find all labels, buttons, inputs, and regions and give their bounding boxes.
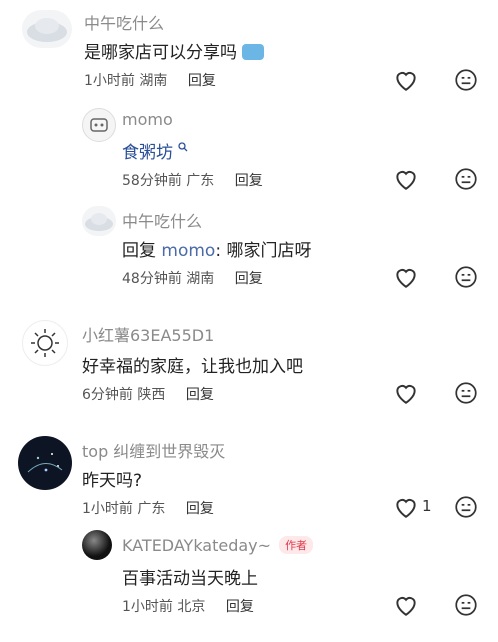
reply-location: 湖南 [186,271,215,287]
comment-time: 1小时前 [82,501,133,517]
reply-location: 广东 [186,173,215,189]
reply-author-name[interactable]: KATEDAYkateday~ [122,536,271,555]
reply-meta: 58分钟前 广东 回复 [122,170,263,190]
comment-text: 好幸福的家庭，让我也加入吧 [82,357,303,377]
reply-button[interactable]: 回复 [235,173,263,189]
like-heart-icon[interactable] [393,67,419,93]
comment-meta: 1小时前 湖南 回复 [84,70,216,90]
reply-button[interactable]: 回复 [186,501,214,517]
avatar[interactable] [82,108,116,142]
author-badge: 作者 [279,536,314,554]
reply-text-body: : 哪家门店呀 [215,241,312,261]
reply-button[interactable]: 回复 [188,73,216,89]
avatar[interactable] [82,206,116,236]
shop-link[interactable]: 食粥坊 [122,143,173,163]
comment-text: 是哪家店可以分享吗 [84,38,265,63]
comment-text-body: 是哪家店可以分享吗 [84,43,237,63]
reply-button[interactable]: 回复 [235,271,263,287]
bus-emoji-icon [242,44,265,60]
comment-author[interactable]: 小红薯63EA55D1 [82,322,214,346]
emoji-reaction-icon[interactable] [453,494,479,520]
reply-author[interactable]: momo [122,110,173,129]
like-count: 1 [422,497,432,515]
reply-button[interactable]: 回复 [186,387,214,403]
like-heart-icon[interactable] [393,592,419,618]
reply-text: 食粥坊 [122,138,188,163]
comment-time: 6分钟前 [82,387,133,403]
cloud-avatar-icon [27,18,67,42]
reply-author[interactable]: 中午吃什么 [122,208,202,232]
comment-location: 陕西 [137,387,166,403]
reply-meta: 48分钟前 湖南 回复 [122,268,263,288]
avatar[interactable] [82,530,112,560]
like-heart-icon[interactable] [393,380,419,406]
avatar[interactable] [22,10,72,48]
comment-meta: 1小时前 广东 回复 [82,498,214,518]
reply-text: 百事活动当天晚上 [122,569,258,589]
robot-avatar-icon [90,118,108,132]
reply-time: 1小时前 [122,599,173,615]
cloud-avatar-icon [85,213,113,231]
sun-avatar-icon [31,329,59,357]
like-heart-icon[interactable] [393,264,419,290]
emoji-reaction-icon[interactable] [453,264,479,290]
comment-text: 昨天吗? [82,471,143,491]
avatar[interactable] [18,436,72,490]
like-heart-icon[interactable] [393,166,419,192]
reply-time: 48分钟前 [122,271,182,287]
comment-author[interactable]: top 纠缠到世界毁灭 [82,438,225,462]
emoji-reaction-icon[interactable] [453,592,479,618]
comment-location: 湖南 [139,73,168,89]
reply-text: 回复 momo: 哪家门店呀 [122,236,311,261]
starry-avatar-icon [27,453,63,473]
comment-author[interactable]: 中午吃什么 [84,10,164,34]
like-heart-icon[interactable] [393,494,419,520]
reply-prefix: 回复 [122,241,156,261]
comment-meta: 6分钟前 陕西 回复 [82,384,214,404]
reply-location: 北京 [177,599,206,615]
reply-button[interactable]: 回复 [226,599,254,615]
search-icon [178,142,188,152]
comment-location: 广东 [137,501,166,517]
reply-meta: 1小时前 北京 回复 [122,596,254,616]
emoji-reaction-icon[interactable] [453,166,479,192]
reply-author: KATEDAYkateday~ 作者 [122,536,314,555]
avatar[interactable] [22,320,68,366]
comment-time: 1小时前 [84,73,135,89]
emoji-reaction-icon[interactable] [453,67,479,93]
emoji-reaction-icon[interactable] [453,380,479,406]
reply-time: 58分钟前 [122,173,182,189]
mention-link[interactable]: momo [161,241,215,261]
